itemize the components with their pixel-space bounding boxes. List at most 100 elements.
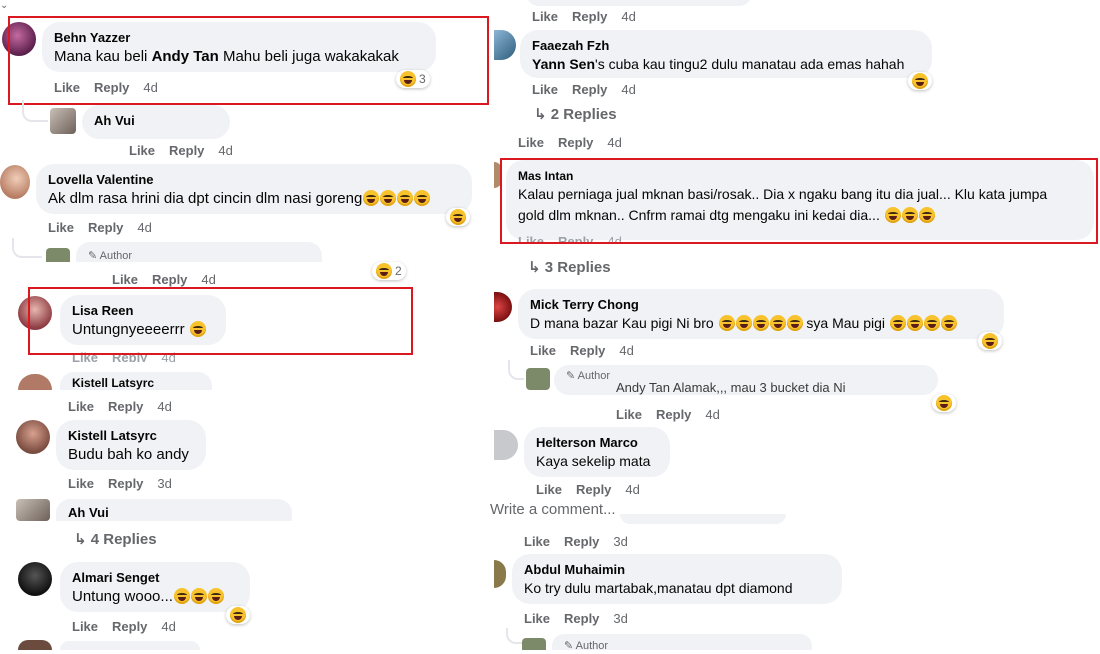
reply-button[interactable]: Reply — [564, 534, 599, 549]
comment-author[interactable]: Helterson Marco — [536, 435, 658, 451]
timestamp[interactable]: 3d — [613, 534, 627, 549]
reply-button[interactable]: Reply — [570, 343, 605, 358]
avatar[interactable] — [46, 248, 70, 262]
timestamp[interactable]: 4d — [157, 399, 171, 414]
timestamp[interactable]: 3d — [613, 611, 627, 626]
comment-bubble: Mick Terry Chong D mana bazar Kau pigi N… — [518, 289, 1004, 339]
reply-button[interactable]: Reply — [572, 9, 607, 24]
comment-text: Ko try dulu martabak,manatau dpt diamond — [524, 580, 793, 596]
timestamp[interactable]: 4d — [201, 272, 215, 287]
comment-author[interactable]: Kistell Latsyrc — [68, 428, 194, 444]
reply-button[interactable]: Reply — [152, 272, 187, 287]
reaction-count[interactable] — [226, 606, 250, 624]
reply-button[interactable]: Reply — [88, 220, 123, 235]
timestamp[interactable]: 4d — [621, 9, 635, 24]
comment-author[interactable]: Abdul Muhaimin — [524, 562, 830, 578]
timestamp[interactable]: 4d — [137, 220, 151, 235]
avatar[interactable] — [526, 368, 550, 390]
reply-button[interactable]: Reply — [108, 399, 143, 414]
like-button[interactable]: Like — [536, 482, 562, 497]
view-replies-link[interactable]: ↳ 2 Replies — [534, 105, 617, 123]
reaction-count[interactable] — [446, 208, 470, 226]
laughing-emoji-icon — [940, 315, 957, 331]
like-button[interactable]: Like — [129, 143, 155, 158]
like-button[interactable]: Like — [532, 9, 558, 24]
highlight-box — [28, 287, 413, 355]
avatar[interactable] — [50, 108, 76, 134]
reply-button[interactable]: Reply — [564, 611, 599, 626]
laughing-emoji-icon — [889, 315, 906, 331]
comment-author[interactable]: Mick Terry Chong — [530, 297, 992, 313]
reaction-count[interactable] — [908, 72, 932, 90]
mention-link[interactable]: Yann Sen — [532, 56, 595, 72]
comment-author[interactable]: Faaezah Fzh — [532, 38, 920, 54]
timestamp[interactable]: 4d — [607, 135, 621, 150]
timestamp[interactable]: 4d — [705, 407, 719, 422]
timestamp[interactable]: 4d — [161, 619, 175, 634]
avatar[interactable] — [18, 640, 52, 650]
like-button[interactable]: Like — [72, 619, 98, 634]
view-replies-link[interactable]: ↳ 4 Replies — [74, 530, 157, 548]
like-button[interactable]: Like — [616, 407, 642, 422]
like-button[interactable]: Like — [112, 272, 138, 287]
avatar[interactable] — [18, 374, 52, 390]
laughing-emoji-icon — [190, 588, 207, 604]
reply-button[interactable]: Reply — [576, 482, 611, 497]
like-button[interactable]: Like — [48, 220, 74, 235]
reaction-count[interactable] — [978, 332, 1002, 350]
like-button[interactable]: Like — [524, 534, 550, 549]
comment-actions: Like Reply 4d — [532, 82, 650, 97]
like-button[interactable]: Like — [68, 476, 94, 491]
timestamp[interactable]: 4d — [625, 482, 639, 497]
comment-author[interactable]: Kistell Latsyrc — [72, 377, 200, 389]
like-button[interactable]: Like — [532, 82, 558, 97]
chevron-down-icon[interactable]: ⌄ — [0, 0, 20, 11]
timestamp[interactable]: 4d — [218, 143, 232, 158]
avatar[interactable] — [494, 292, 512, 322]
laughing-emoji-icon — [450, 209, 466, 225]
reaction-count[interactable] — [932, 394, 956, 412]
avatar[interactable] — [18, 562, 52, 596]
comment-author[interactable]: Almari Senget — [72, 570, 238, 586]
like-button[interactable]: Like — [68, 399, 94, 414]
laughing-emoji-icon — [173, 588, 190, 604]
comment-actions: Like Reply 4d — [530, 343, 648, 358]
comment-bubble: Lovella Valentine Ak dlm rasa hrini dia … — [36, 164, 472, 214]
laughing-emoji-icon — [769, 315, 786, 331]
reaction-count[interactable]: 2 — [372, 262, 406, 280]
timestamp[interactable]: 4d — [619, 343, 633, 358]
comment-bubble: Faaezah Fzh Yann Sen's cuba kau tingu2 d… — [520, 30, 932, 78]
avatar[interactable] — [522, 638, 546, 650]
avatar[interactable] — [494, 560, 506, 588]
like-button[interactable]: Like — [518, 135, 544, 150]
thread-line — [12, 238, 42, 258]
like-button[interactable]: Like — [530, 343, 556, 358]
comment-text: Untung wooo... — [72, 586, 238, 607]
avatar[interactable] — [16, 420, 50, 454]
reply-button[interactable]: Reply — [108, 476, 143, 491]
comment-author[interactable]: Ah Vui — [94, 113, 218, 129]
comment-bubble: ✎ Author Andy Tan Alamak,,, mau 3 bucket… — [554, 365, 938, 395]
reply-button[interactable]: Reply — [656, 407, 691, 422]
reply-button[interactable]: Reply — [169, 143, 204, 158]
laughing-emoji-icon — [735, 315, 752, 331]
laughing-emoji-icon — [230, 607, 246, 623]
reply-button[interactable]: Reply — [558, 135, 593, 150]
timestamp[interactable]: 3d — [157, 476, 171, 491]
comment-author[interactable]: Ah Vui — [68, 505, 280, 521]
avatar[interactable] — [494, 430, 518, 460]
comment-input[interactable]: Write a comment... — [490, 501, 616, 518]
view-replies-link[interactable]: ↳ 3 Replies — [528, 258, 611, 276]
timestamp[interactable]: 4d — [621, 82, 635, 97]
laughing-emoji-icon — [414, 190, 431, 206]
comment-author[interactable]: Lovella Valentine — [48, 172, 460, 188]
thread-line — [508, 360, 524, 380]
reply-button[interactable]: Reply — [572, 82, 607, 97]
avatar[interactable] — [0, 165, 30, 199]
laughing-emoji-icon — [912, 73, 928, 89]
reply-button[interactable]: Reply — [112, 619, 147, 634]
laughing-emoji-icon — [207, 588, 224, 604]
avatar[interactable] — [494, 30, 516, 60]
avatar[interactable] — [16, 499, 50, 521]
like-button[interactable]: Like — [524, 611, 550, 626]
